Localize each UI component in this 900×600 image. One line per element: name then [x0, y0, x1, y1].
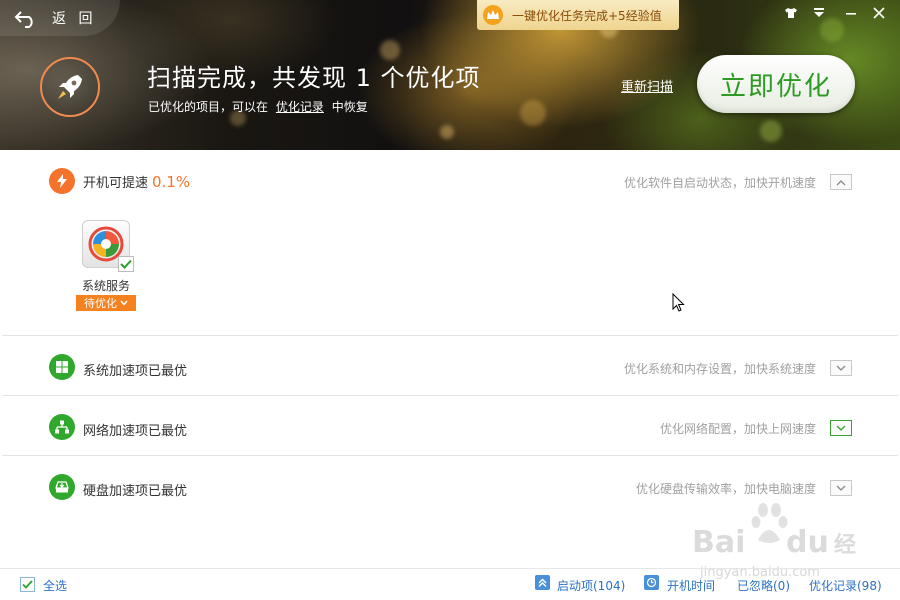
windows-icon: [49, 354, 75, 380]
task-banner-text: 一键优化任务完成+5经验值: [512, 8, 662, 23]
system-service-label: 系统服务: [82, 279, 131, 293]
rocket-logo: [40, 57, 100, 117]
footer-bar: 全选 启动项(104) 开机时间 已忽略(0) 优化记录(98): [0, 569, 900, 600]
section-title-network: 网络加速项已最优: [83, 424, 188, 439]
checkmark-icon: [22, 580, 33, 589]
chevron-down-icon: [836, 365, 846, 371]
bokeh-light: [440, 125, 454, 139]
menu-button[interactable]: [808, 4, 830, 22]
mouse-cursor-icon: [672, 293, 685, 312]
chevron-down-icon: [120, 300, 128, 306]
harddisk-icon: [49, 474, 75, 500]
rocket-icon: [58, 75, 82, 99]
boot-speedup-percent: 0.1%: [152, 173, 191, 191]
optimize-history-link[interactable]: 优化记录: [276, 100, 324, 114]
back-button[interactable]: 返 回: [0, 0, 120, 36]
pending-optimize-dropdown[interactable]: 待优化: [76, 295, 136, 311]
svg-text:du: du: [786, 525, 829, 560]
startup-items-icon: [535, 575, 550, 590]
minimize-icon: [846, 13, 856, 15]
section-desc-harddisk: 优化硬盘传输效率，加快电脑速度: [635, 482, 816, 496]
crown-icon: [483, 5, 503, 25]
pending-status-text: 待优化: [84, 297, 117, 310]
scan-result-title: 扫描完成，共发现 1 个优化项: [147, 64, 481, 92]
chevron-down-icon: [836, 425, 846, 431]
expand-button-system[interactable]: [830, 360, 852, 376]
section-divider: [2, 455, 898, 456]
task-complete-banner: 一键优化任务完成+5经验值: [477, 0, 679, 30]
menu-icon: [814, 8, 824, 17]
back-arrow-icon: [14, 11, 33, 28]
chevron-up-icon: [836, 179, 846, 185]
shirt-icon: [785, 8, 797, 18]
optimize-now-button[interactable]: 立即优化: [697, 55, 855, 113]
collapse-button-boot[interactable]: [830, 174, 852, 190]
close-button[interactable]: [868, 4, 890, 22]
scan-result-subtitle: 已优化的项目，可以在 优化记录 中恢复: [148, 98, 368, 115]
svg-text:经: 经: [834, 532, 856, 558]
rescan-link[interactable]: 重新扫描: [621, 76, 673, 95]
bokeh-light: [380, 40, 400, 60]
close-icon: [873, 7, 885, 19]
section-title-harddisk: 硬盘加速项已最优: [83, 484, 188, 499]
optimize-records-link[interactable]: 优化记录(98): [809, 577, 882, 594]
section-divider: [2, 395, 898, 396]
select-all-label[interactable]: 全选: [43, 577, 67, 594]
checkmark-icon: [120, 259, 132, 269]
minimize-button[interactable]: [840, 4, 862, 22]
boot-time-link[interactable]: 开机时间: [667, 577, 715, 594]
lightning-icon: [49, 168, 75, 194]
chevron-down-icon: [836, 485, 846, 491]
skin-button[interactable]: [780, 4, 802, 22]
ignored-items-link[interactable]: 已忽略(0): [737, 577, 790, 594]
section-divider: [2, 335, 898, 336]
subtitle-prefix: 已优化的项目，可以在: [148, 100, 269, 114]
header-banner: 返 回 一键优化任务完成+5经验值 扫描完成，共发现 1 个优化项 已优化的项目…: [0, 0, 900, 150]
section-desc-boot: 优化软件自启动状态，加快开机速度: [623, 176, 816, 190]
section-title-text: 开机可提速: [83, 176, 149, 191]
item-checkbox[interactable]: [118, 256, 134, 272]
section-title-system: 系统加速项已最优: [83, 364, 188, 379]
expand-button-harddisk[interactable]: [830, 480, 852, 496]
select-all-checkbox[interactable]: [20, 577, 35, 592]
system-service-item[interactable]: [82, 220, 134, 272]
section-title-boot: 开机可提速 0.1%: [83, 172, 190, 191]
bokeh-light: [520, 100, 546, 126]
back-label: 返 回: [52, 11, 97, 27]
subtitle-suffix: 中恢复: [331, 100, 368, 114]
bokeh-light: [760, 120, 782, 142]
expand-button-network[interactable]: [830, 420, 852, 436]
section-desc-system: 优化系统和内存设置，加快系统速度: [623, 362, 816, 376]
startup-items-link[interactable]: 启动项(104): [557, 577, 625, 594]
svg-text:Bai: Bai: [692, 525, 745, 560]
network-icon: [49, 414, 75, 440]
section-desc-network: 优化网络配置，加快上网速度: [659, 422, 816, 436]
clock-icon: [644, 575, 659, 590]
